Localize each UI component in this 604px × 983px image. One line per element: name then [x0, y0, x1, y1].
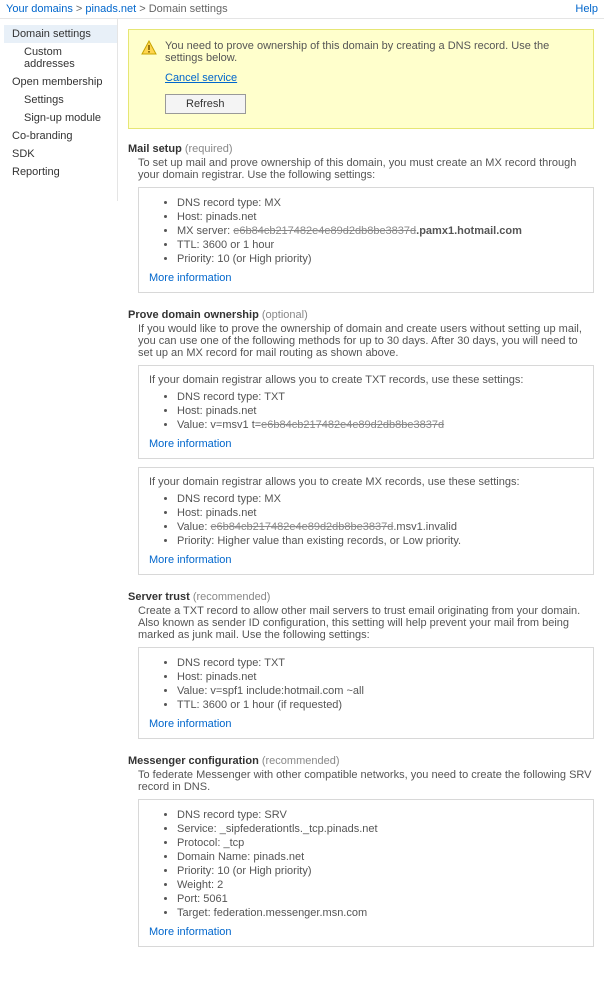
breadcrumb-domain-link[interactable]: pinads.net [85, 3, 136, 15]
trust-more-info-link[interactable]: More information [149, 718, 232, 730]
sidebar-item-co-branding[interactable]: Co-branding [4, 127, 117, 145]
mail-more-info-link[interactable]: More information [149, 272, 232, 284]
breadcrumb: Your domains > pinads.net > Domain setti… [6, 3, 228, 15]
trust-li-host: Host: pinads.net [177, 670, 583, 684]
ownership-notice: You need to prove ownership of this doma… [128, 29, 594, 129]
prove-mx-li-type: DNS record type: MX [177, 492, 583, 506]
mail-li-record-type: DNS record type: MX [177, 196, 583, 210]
help-link[interactable]: Help [575, 3, 598, 15]
msgr-li-target: Target: federation.messenger.msn.com [177, 906, 583, 920]
trust-intro: Create a TXT record to allow other mail … [138, 605, 594, 641]
msgr-title: Messenger configuration [128, 755, 259, 767]
msgr-more-info-link[interactable]: More information [149, 926, 232, 938]
msgr-intro: To federate Messenger with other compati… [138, 769, 594, 793]
sidebar-item-custom-addresses[interactable]: Custom addresses [4, 43, 117, 73]
trust-title: Server trust [128, 591, 190, 603]
mail-li-ttl: TTL: 3600 or 1 hour [177, 238, 583, 252]
refresh-button[interactable]: Refresh [165, 94, 246, 114]
trust-li-value: Value: v=spf1 include:hotmail.com ~all [177, 684, 583, 698]
msgr-li-protocol: Protocol: _tcp [177, 836, 583, 850]
sidebar-item-sdk[interactable]: SDK [4, 145, 117, 163]
prove-txt-li-value: Value: v=msv1 t=e6b84cb217482e4e89d2db8b… [177, 418, 583, 432]
msgr-li-port: Port: 5061 [177, 892, 583, 906]
trust-note: (recommended) [193, 591, 271, 603]
prove-mx-li-host: Host: pinads.net [177, 506, 583, 520]
mail-setup-intro: To set up mail and prove ownership of th… [138, 157, 594, 181]
prove-title: Prove domain ownership [128, 309, 259, 321]
msgr-li-weight: Weight: 2 [177, 878, 583, 892]
trust-li-type: DNS record type: TXT [177, 656, 583, 670]
msgr-li-service: Service: _sipfederationtls._tcp.pinads.n… [177, 822, 583, 836]
prove-note: (optional) [262, 309, 308, 321]
notice-message: You need to prove ownership of this doma… [165, 40, 581, 64]
trust-box: DNS record type: TXT Host: pinads.net Va… [138, 647, 594, 739]
prove-txt-li-host: Host: pinads.net [177, 404, 583, 418]
warning-icon [141, 40, 157, 56]
sidebar-item-sign-up-module[interactable]: Sign-up module [4, 109, 117, 127]
trust-li-ttl: TTL: 3600 or 1 hour (if requested) [177, 698, 583, 712]
messenger-section: Messenger configuration (recommended) To… [128, 755, 594, 947]
mail-setup-box: DNS record type: MX Host: pinads.net MX … [138, 187, 594, 293]
msgr-li-priority: Priority: 10 (or High priority) [177, 864, 583, 878]
mail-setup-note: (required) [185, 143, 233, 155]
content-area: You need to prove ownership of this doma… [118, 19, 604, 983]
sidebar-item-domain-settings[interactable]: Domain settings [4, 25, 117, 43]
prove-txt-li-type: DNS record type: TXT [177, 390, 583, 404]
top-bar: Your domains > pinads.net > Domain setti… [0, 0, 604, 19]
mail-setup-title: Mail setup [128, 143, 182, 155]
prove-ownership-section: Prove domain ownership (optional) If you… [128, 309, 594, 575]
prove-txt-more-info-link[interactable]: More information [149, 438, 232, 450]
msgr-li-domain: Domain Name: pinads.net [177, 850, 583, 864]
msgr-note: (recommended) [262, 755, 340, 767]
mail-li-mxserver: MX server: e6b84cb217482e4e89d2db8be3837… [177, 224, 583, 238]
prove-mx-li-priority: Priority: Higher value than existing rec… [177, 534, 583, 548]
sidebar-item-open-membership[interactable]: Open membership [4, 73, 117, 91]
prove-mx-lead: If your domain registrar allows you to c… [149, 476, 583, 488]
msgr-li-type: DNS record type: SRV [177, 808, 583, 822]
prove-intro: If you would like to prove the ownership… [138, 323, 594, 359]
prove-txt-box: If your domain registrar allows you to c… [138, 365, 594, 459]
mail-li-host: Host: pinads.net [177, 210, 583, 224]
prove-txt-lead: If your domain registrar allows you to c… [149, 374, 583, 386]
mail-li-priority: Priority: 10 (or High priority) [177, 252, 583, 266]
prove-mx-li-value: Value: e6b84cb217482e4e89d2db8be3837d.ms… [177, 520, 583, 534]
cancel-service-link[interactable]: Cancel service [165, 72, 237, 84]
sidebar-item-reporting[interactable]: Reporting [4, 163, 117, 181]
prove-mx-box: If your domain registrar allows you to c… [138, 467, 594, 575]
breadcrumb-current: Domain settings [149, 3, 228, 15]
breadcrumb-root-link[interactable]: Your domains [6, 3, 73, 15]
sidebar: Domain settings Custom addresses Open me… [0, 19, 118, 201]
sidebar-item-settings[interactable]: Settings [4, 91, 117, 109]
mail-setup-section: Mail setup (required) To set up mail and… [128, 143, 594, 293]
server-trust-section: Server trust (recommended) Create a TXT … [128, 591, 594, 739]
msgr-box: DNS record type: SRV Service: _sipfedera… [138, 799, 594, 947]
prove-mx-more-info-link[interactable]: More information [149, 554, 232, 566]
